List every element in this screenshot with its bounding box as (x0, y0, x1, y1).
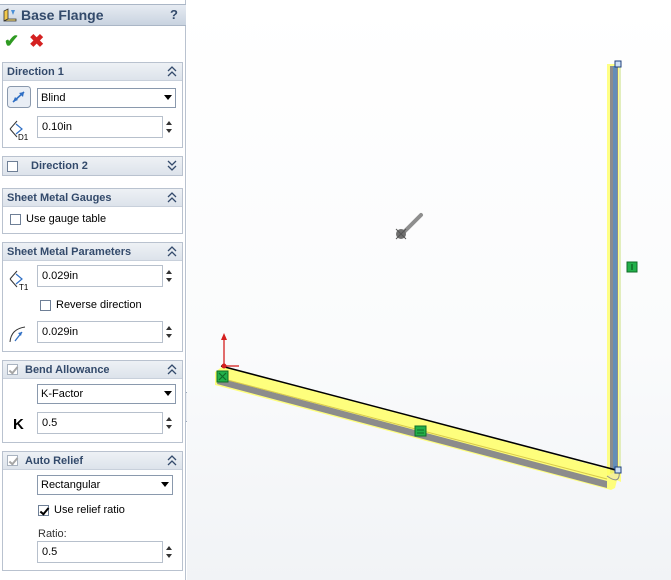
chevron-down-icon (164, 391, 172, 396)
ratio-input[interactable]: 0.5 (37, 541, 163, 563)
parameters-title: Sheet Metal Parameters (7, 245, 132, 258)
help-button[interactable]: ? (170, 7, 178, 22)
direction2-checkbox[interactable] (7, 160, 18, 172)
direction2-title: Direction 2 (31, 160, 88, 172)
parallel-relation-icon[interactable] (414, 425, 427, 437)
direction-flip-icon (7, 86, 31, 108)
ratio-spinbox[interactable]: 0.5 (37, 541, 177, 563)
graphics-viewport[interactable] (187, 0, 671, 580)
parameters-header[interactable]: Sheet Metal Parameters (3, 243, 182, 261)
use-gauge-table-row[interactable]: Use gauge table (10, 213, 106, 225)
k-factor-spinbox[interactable]: 0.5 (37, 412, 177, 434)
vertical-flange[interactable] (607, 64, 621, 482)
bend-allowance-checkbox[interactable] (7, 364, 18, 375)
ratio-label: Ratio: (38, 528, 67, 540)
chevron-up-icon[interactable] (167, 66, 177, 77)
cross-icon[interactable]: ✖ (29, 32, 44, 50)
thickness-icon: T1 (7, 267, 31, 292)
direction1-group: Direction 1 Blind D1 0.10in (2, 62, 183, 148)
vertical-relation-icon[interactable] (626, 261, 638, 273)
chevron-up-icon[interactable] (167, 192, 177, 203)
chevron-down-icon (161, 482, 169, 487)
bend-radius-spinbox[interactable]: 0.029in (37, 321, 177, 343)
direction1-title: Direction 1 (7, 65, 64, 78)
reverse-direction-label: Reverse direction (56, 299, 142, 311)
property-manager-title: Base Flange (21, 7, 104, 23)
gauges-group: Sheet Metal Gauges Use gauge table (2, 188, 183, 234)
bend-allowance-header[interactable]: Bend Allowance (3, 361, 182, 379)
bend-allowance-group: Bend Allowance K-Factor K 0.5 (2, 360, 183, 443)
sketch-endpoint-top[interactable] (614, 60, 622, 68)
auto-relief-group: Auto Relief Rectangular Use relief ratio… (2, 451, 183, 571)
chevron-up-icon[interactable] (167, 364, 177, 375)
depth-input[interactable]: 0.10in (37, 116, 163, 138)
bend-radius-icon (7, 323, 31, 345)
bend-radius-input[interactable]: 0.029in (37, 321, 163, 343)
use-relief-ratio-label: Use relief ratio (54, 504, 125, 516)
k-factor-spinner[interactable] (163, 412, 177, 434)
chevron-up-icon[interactable] (167, 455, 177, 466)
ratio-spinner[interactable] (163, 541, 177, 563)
gauges-title: Sheet Metal Gauges (7, 191, 112, 204)
bend-allowance-title: Bend Allowance (25, 363, 110, 376)
reverse-direction-button[interactable] (7, 86, 31, 108)
sketch-endpoint-corner[interactable] (614, 466, 622, 474)
auto-relief-title: Auto Relief (25, 454, 84, 467)
ok-cancel-bar: ✔ ✖ (4, 32, 44, 50)
thickness-input[interactable]: 0.029in (37, 265, 163, 287)
bend-radius-spinner[interactable] (163, 321, 177, 343)
bend-allowance-type-select[interactable]: K-Factor (37, 384, 176, 404)
property-manager: Base Flange ? ✔ ✖ Direction 1 Blind D1 0… (0, 0, 186, 580)
reverse-direction-checkbox[interactable] (40, 299, 51, 311)
property-manager-titlebar: Base Flange ? (0, 4, 186, 26)
thickness-spinner[interactable] (163, 265, 177, 287)
k-factor-icon: K (13, 416, 24, 433)
direction2-group: Direction 2 (2, 156, 183, 176)
direction2-header[interactable]: Direction 2 (3, 157, 182, 175)
k-factor-input[interactable]: 0.5 (37, 412, 163, 434)
relief-type-select[interactable]: Rectangular (37, 475, 173, 495)
relief-type-value: Rectangular (41, 479, 101, 491)
origin-triad-icon (221, 333, 239, 369)
base-flange-icon (3, 8, 17, 22)
chevron-down-icon (164, 95, 172, 100)
check-icon[interactable]: ✔ (4, 32, 19, 50)
auto-relief-header[interactable]: Auto Relief (3, 452, 182, 470)
reverse-direction-row[interactable]: Reverse direction (40, 299, 142, 311)
view-cursor-icon (395, 213, 423, 240)
end-condition-select[interactable]: Blind (37, 88, 176, 108)
direction1-header[interactable]: Direction 1 (3, 63, 182, 81)
parameters-group: Sheet Metal Parameters T1 0.029in Revers… (2, 242, 183, 352)
auto-relief-checkbox[interactable] (7, 455, 18, 466)
bend-allowance-type-value: K-Factor (41, 388, 84, 400)
use-gauge-table-checkbox[interactable] (10, 213, 21, 225)
use-relief-ratio-row[interactable]: Use relief ratio (38, 504, 125, 516)
thickness-prefix: T1 (19, 283, 29, 291)
end-condition-value: Blind (41, 92, 66, 104)
gauges-header[interactable]: Sheet Metal Gauges (3, 189, 182, 207)
coincident-relation-icon[interactable] (216, 370, 229, 383)
depth-prefix: D1 (18, 133, 29, 141)
depth-icon: D1 (7, 117, 31, 142)
chevron-down-icon[interactable] (167, 160, 177, 171)
depth-spinner[interactable] (163, 116, 177, 138)
use-gauge-table-label: Use gauge table (26, 213, 107, 225)
use-relief-ratio-checkbox[interactable] (38, 504, 49, 516)
chevron-up-icon[interactable] (167, 246, 177, 257)
depth-spinbox[interactable]: 0.10in (37, 116, 177, 138)
sketch-line[interactable] (220, 365, 617, 471)
model-view (215, 60, 638, 490)
thickness-spinbox[interactable]: 0.029in (37, 265, 177, 287)
